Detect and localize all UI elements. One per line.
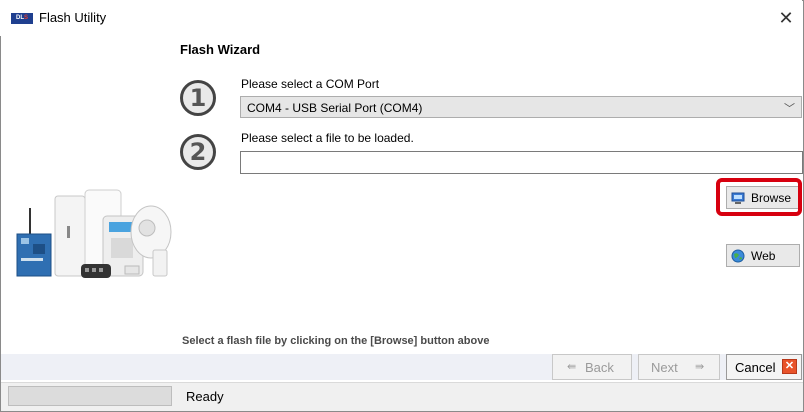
step-1-icon: 1: [180, 80, 216, 116]
next-arrow-icon: ⇛: [695, 361, 705, 373]
back-label: Back: [585, 360, 614, 375]
next-button[interactable]: Next ⇛: [638, 354, 720, 380]
web-button[interactable]: Web: [726, 244, 800, 267]
com-port-dropdown[interactable]: COM4 - USB Serial Port (COM4) ﹀: [240, 96, 802, 118]
dls-app-icon: DLS: [11, 13, 33, 24]
title-bar: DLS Flash Utility ✕: [0, 0, 802, 36]
security-devices-image: [16, 189, 172, 278]
cancel-label: Cancel: [735, 360, 776, 375]
instruction-text: Select a flash file by clicking on the […: [182, 335, 490, 347]
status-progress-cell: [8, 386, 172, 406]
file-label: Please select a file to be loaded.: [241, 131, 414, 145]
step-2-icon: 2: [180, 134, 216, 170]
next-label: Next: [651, 360, 678, 375]
close-icon[interactable]: ✕: [772, 4, 800, 32]
com-port-label: Please select a COM Port: [241, 77, 380, 91]
globe-icon: [731, 249, 745, 263]
status-text: Ready: [186, 389, 224, 404]
product-image-pane: [1, 36, 173, 354]
file-path-input[interactable]: [240, 151, 803, 174]
chevron-down-icon: ﹀: [784, 103, 795, 115]
window-title: Flash Utility: [39, 10, 107, 25]
browse-highlight: [716, 178, 802, 216]
wizard-heading: Flash Wizard: [180, 42, 261, 57]
com-port-selected: COM4 - USB Serial Port (COM4): [247, 101, 423, 115]
cancel-icon: ✕: [782, 359, 797, 374]
cancel-button[interactable]: Cancel ✕: [726, 354, 802, 380]
web-label: Web: [751, 249, 776, 263]
back-arrow-icon: ⇚: [567, 361, 577, 373]
back-button[interactable]: ⇚ Back: [552, 354, 632, 380]
